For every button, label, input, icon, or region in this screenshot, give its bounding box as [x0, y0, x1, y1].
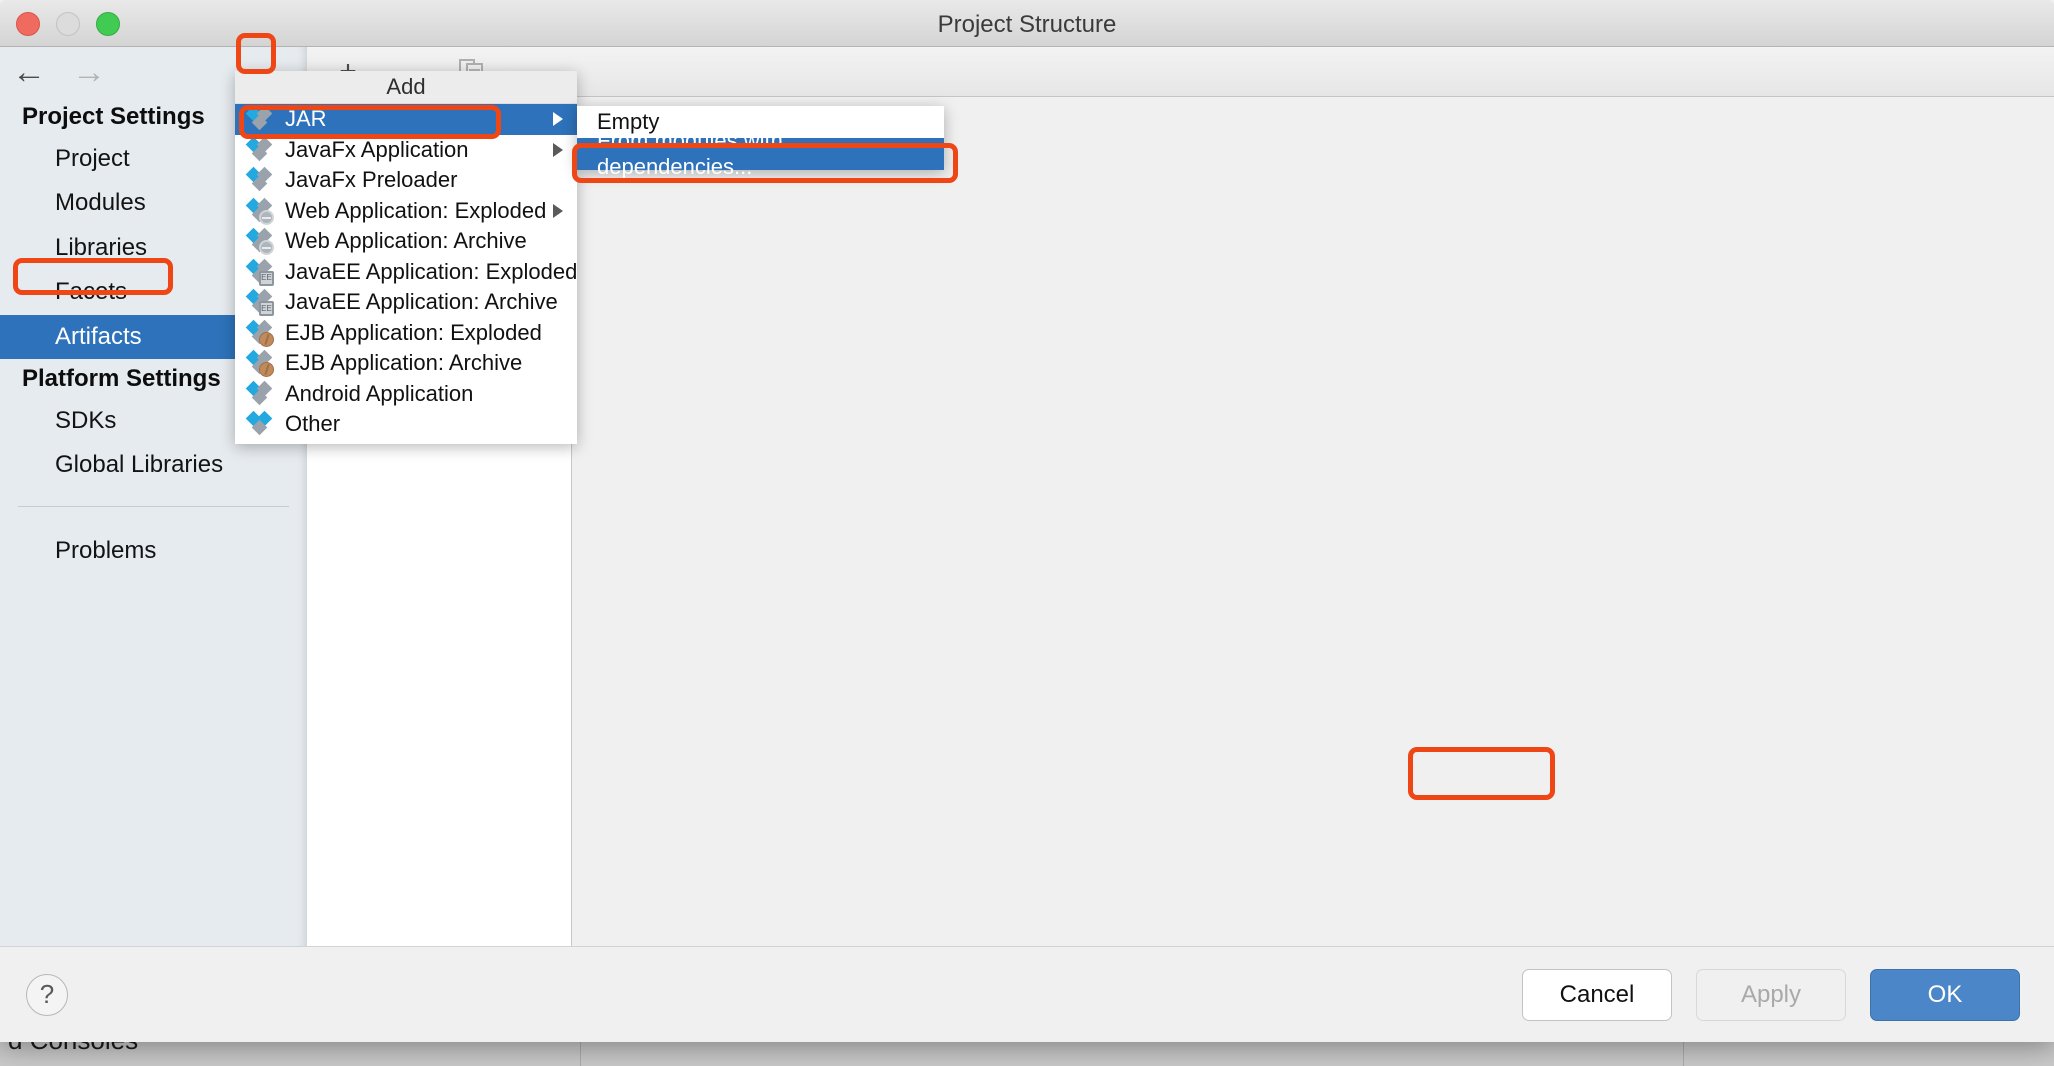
menu-item-label: EJB Application: Archive: [285, 350, 523, 376]
menu-item-label: Android Application: [285, 380, 474, 406]
menu-item-web-application-archive[interactable]: Web Application: Archive: [235, 226, 577, 257]
chevron-right-icon: [553, 142, 563, 157]
project-structure-dialog: Project Structure ← → Project Settings P…: [0, 0, 2054, 1042]
menu-item-label: JavaEE Application: Archive: [285, 289, 558, 315]
ee-badge-icon: EE: [259, 270, 274, 286]
chevron-right-icon: [553, 112, 563, 127]
arrow-left-icon[interactable]: ←: [12, 55, 46, 89]
menu-item-other[interactable]: Other: [235, 409, 577, 440]
jar-submenu[interactable]: Empty From modules with dependencies...: [577, 106, 944, 179]
artifact-ejb-icon: [245, 319, 274, 347]
menu-item-android-application[interactable]: Android Application: [235, 379, 577, 410]
sidebar-item-problems[interactable]: Problems: [0, 529, 307, 573]
menu-item-label: JavaFx Preloader: [285, 167, 458, 193]
ee-badge-icon: EE: [259, 301, 274, 317]
menu-item-label: JavaFx Application: [285, 136, 469, 162]
artifact-javaee-icon: EE: [245, 258, 274, 286]
menu-item-javaee-application-archive[interactable]: EE JavaEE Application: Archive: [235, 287, 577, 318]
artifact-details: [572, 97, 2054, 946]
bean-badge-icon: [259, 331, 274, 347]
artifact-ejb-icon: [245, 349, 274, 378]
dialog-footer: ? Cancel Apply OK: [0, 946, 2054, 1042]
artifact-javafx-icon: [245, 136, 273, 162]
chevron-right-icon: [553, 203, 563, 218]
menu-item-jar[interactable]: JAR: [235, 104, 577, 135]
cancel-button[interactable]: Cancel: [1522, 968, 1672, 1021]
sidebar-item-global-libraries[interactable]: Global Libraries: [0, 443, 307, 487]
artifact-other-icon: [245, 410, 273, 436]
artifact-javaee-icon: EE: [245, 288, 274, 317]
artifact-jar-icon: [245, 105, 273, 131]
menu-item-ejb-application-archive[interactable]: EJB Application: Archive: [235, 348, 577, 379]
dialog-titlebar: Project Structure: [0, 0, 2054, 47]
menu-item-ejb-application-exploded[interactable]: EJB Application: Exploded: [235, 318, 577, 349]
add-menu-header: Add: [235, 71, 577, 104]
menu-item-javaee-application-exploded[interactable]: EE JavaEE Application: Exploded: [235, 257, 577, 288]
menu-item-label: JAR: [285, 106, 327, 132]
bean-badge-icon: [259, 362, 274, 378]
menu-item-label: Web Application: Archive: [285, 228, 527, 254]
menu-item-web-application-exploded[interactable]: Web Application: Exploded: [235, 196, 577, 227]
artifact-javafx-icon: [245, 166, 273, 192]
menu-item-label: EJB Application: Exploded: [285, 319, 542, 345]
dialog-actions: Cancel Apply OK: [1522, 968, 2020, 1021]
arrow-right-icon[interactable]: →: [72, 55, 106, 89]
ok-button[interactable]: OK: [1870, 968, 2020, 1021]
menu-item-javafx-preloader[interactable]: JavaFx Preloader: [235, 165, 577, 196]
artifact-android-icon: [245, 380, 273, 406]
menu-item-label: JavaEE Application: Exploded: [285, 258, 578, 284]
add-artifact-menu[interactable]: Add JAR JavaFx Application JavaFx Preloa…: [235, 71, 577, 444]
dialog-title: Project Structure: [937, 11, 1117, 38]
artifact-web-icon: [245, 197, 274, 225]
menu-item-label: Web Application: Exploded: [285, 197, 547, 223]
help-button[interactable]: ?: [26, 973, 68, 1016]
menu-item-javafx-application[interactable]: JavaFx Application: [235, 135, 577, 166]
globe-badge-icon: [259, 209, 274, 225]
menu-item-label: Other: [285, 411, 341, 437]
submenu-item-from-modules-with-dependencies[interactable]: From modules with dependencies...: [577, 128, 944, 179]
globe-badge-icon: [259, 240, 274, 256]
artifact-web-icon: [245, 227, 274, 256]
apply-button[interactable]: Apply: [1696, 968, 1846, 1021]
